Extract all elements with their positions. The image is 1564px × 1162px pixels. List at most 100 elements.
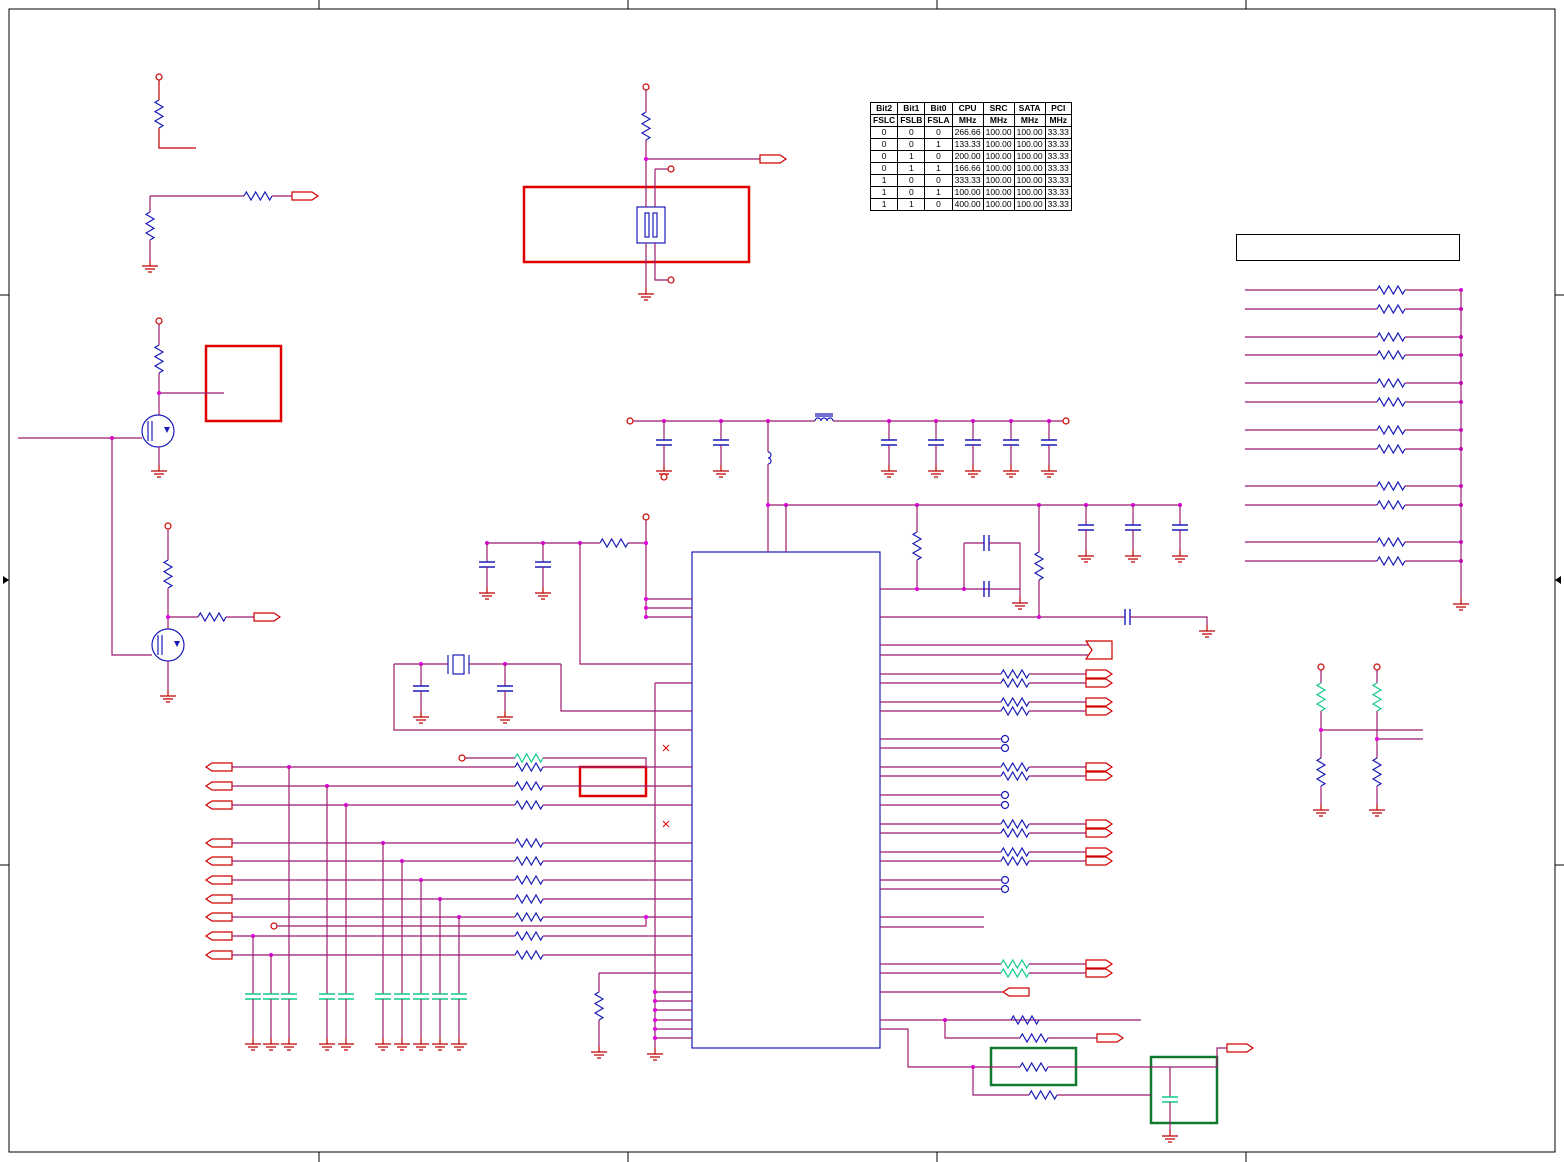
table-cell: 100.00 <box>1013 126 1046 139</box>
table-header-cell: MHz <box>951 114 984 127</box>
capacitor <box>479 561 495 568</box>
wire <box>579 543 692 665</box>
power-pin <box>667 165 675 173</box>
crystal-top <box>636 206 666 244</box>
capacitor <box>281 993 297 1000</box>
resistor <box>243 190 273 202</box>
table-cell: 100.00 <box>1013 198 1046 211</box>
resistor <box>514 855 544 867</box>
junction-dot <box>766 503 770 507</box>
resistor <box>1376 284 1406 296</box>
capacitor <box>1003 439 1019 446</box>
wire <box>560 664 692 712</box>
ground-symbol <box>151 465 167 478</box>
junction-dot <box>644 615 648 619</box>
capacitor <box>983 535 990 551</box>
table-cell: 100.00 <box>982 186 1015 199</box>
capacitor <box>1172 524 1188 531</box>
highlight-box-mosfet <box>204 344 283 423</box>
resistor <box>1376 443 1406 455</box>
ground-symbol <box>1199 625 1215 638</box>
table-header-row: FSLC FSLB FSLA MHz MHz MHz MHz <box>869 114 1072 127</box>
table-row: 0 0 0 266.66 100.00 100.00 33.33 <box>869 126 1072 139</box>
power-pin <box>1317 663 1325 671</box>
no-connect-mark <box>662 744 670 752</box>
resistor <box>1000 761 1030 773</box>
port-arrow <box>204 950 233 960</box>
port-arrow <box>1085 706 1114 716</box>
ground-symbol <box>1162 1130 1178 1143</box>
ground-symbol <box>1313 804 1329 817</box>
resistor <box>514 949 544 961</box>
resistor <box>1376 377 1406 389</box>
ground-symbol <box>479 587 495 600</box>
resistor <box>514 930 544 942</box>
table-cell: 100.00 <box>982 150 1015 163</box>
ground-symbol <box>263 1038 279 1051</box>
port-arrow <box>204 856 233 866</box>
table-cell: 266.66 <box>951 126 984 139</box>
capacitor <box>713 439 729 446</box>
resistor <box>1376 499 1406 511</box>
port-arrow <box>253 612 282 622</box>
table-cell: 33.33 <box>1044 198 1072 211</box>
port-arrow <box>1085 828 1114 838</box>
ground-symbol <box>1012 597 1028 610</box>
power-pin <box>642 513 650 521</box>
capacitor <box>375 993 391 1000</box>
table-header-row: Bit2 Bit1 Bit0 CPU SRC SATA PCI <box>869 102 1072 115</box>
junction-dot <box>1375 737 1379 741</box>
wire <box>277 917 647 927</box>
table-cell: 1 <box>897 162 926 175</box>
capacitor <box>432 993 448 1000</box>
port-arrow <box>1085 771 1114 781</box>
resistor <box>1376 555 1406 567</box>
table-cell: 100.00 <box>1013 150 1046 163</box>
resistor <box>1376 349 1406 361</box>
ground-symbol <box>375 1038 391 1051</box>
resistor <box>593 991 605 1021</box>
table-header-cell: Bit0 <box>924 102 953 115</box>
table-header-cell: PCI <box>1044 102 1072 115</box>
resistor <box>1000 818 1030 830</box>
capacitor <box>413 993 429 1000</box>
table-cell: 1 <box>869 198 899 211</box>
junction-dot <box>653 1008 657 1012</box>
resistor <box>514 893 544 905</box>
ground-symbol <box>142 260 158 273</box>
capacitor <box>1162 1096 1178 1103</box>
ground-symbol <box>881 465 897 478</box>
port-arrow <box>204 838 233 848</box>
table-cell: 100.00 <box>1013 138 1046 151</box>
wire <box>543 757 647 767</box>
table-row: 1 0 0 333.33 100.00 100.00 33.33 <box>869 174 1072 187</box>
junction-dot <box>653 999 657 1003</box>
resistor <box>1371 682 1383 712</box>
resistor <box>514 874 544 886</box>
port-arrow <box>1096 1033 1125 1043</box>
capacitor <box>451 993 467 1000</box>
table-cell: 1 <box>924 186 953 199</box>
table-cell: 33.33 <box>1044 138 1072 151</box>
port-arrow <box>1085 959 1114 969</box>
table-row: 0 1 0 200.00 100.00 100.00 33.33 <box>869 150 1072 163</box>
resistor <box>599 537 629 549</box>
power-pin <box>667 276 675 284</box>
junction-dot <box>653 990 657 994</box>
table-cell: 0 <box>897 186 926 199</box>
resistor <box>1000 958 1030 970</box>
table-cell: 33.33 <box>1044 186 1072 199</box>
capacitor <box>394 993 410 1000</box>
resistor <box>1315 682 1327 712</box>
ground-symbol <box>965 465 981 478</box>
table-cell: 0 <box>924 126 953 139</box>
table-cell: 100.00 <box>982 174 1015 187</box>
table-cell: 33.33 <box>1044 162 1072 175</box>
port-arrow <box>1085 762 1114 772</box>
junction-dot <box>166 615 170 619</box>
table-header-cell: SATA <box>1013 102 1046 115</box>
ground-symbol <box>1078 550 1094 563</box>
capacitor <box>245 993 261 1000</box>
table-cell: 0 <box>869 162 899 175</box>
resistor <box>1019 1061 1049 1073</box>
